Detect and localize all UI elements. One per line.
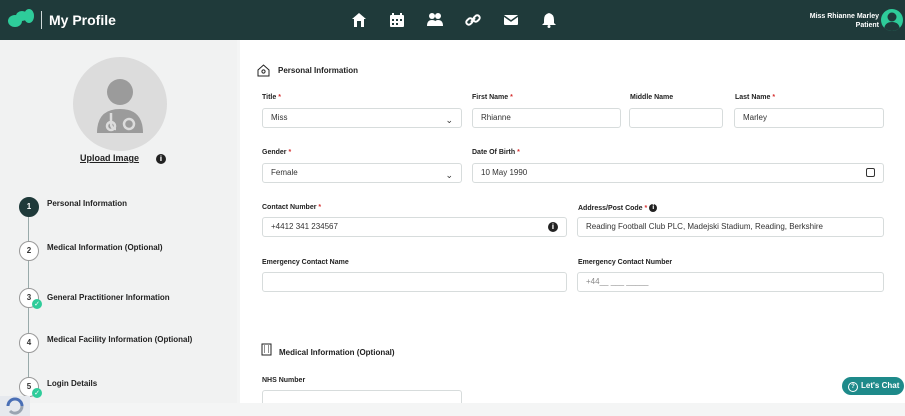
user-name: Miss Rhianne Marley [809, 13, 879, 20]
contact-number-value: +4412 341 234567 [271, 222, 338, 231]
calendar-icon[interactable] [866, 168, 875, 177]
gender-value: Female [271, 168, 298, 177]
address-field[interactable]: Reading Football Club PLC, Madejski Stad… [577, 217, 884, 237]
help-icon: ? [848, 382, 858, 392]
profile-form: Personal Information Title * Miss ⌄ Firs… [240, 40, 905, 410]
gender-label: Gender * [262, 149, 292, 156]
personal-info-heading: Personal Information [278, 66, 359, 75]
link-icon[interactable] [454, 10, 492, 30]
page-bottom-strip [0, 403, 905, 416]
chevron-down-icon: ⌄ [445, 116, 453, 126]
header-divider [41, 11, 42, 29]
address-info-icon[interactable]: i [649, 204, 658, 212]
profile-sidebar: Upload Image i 1 Personal Information 2 … [0, 40, 237, 416]
dob-label: Date Of Birth * [472, 149, 520, 156]
title-select[interactable]: Miss ⌄ [262, 108, 462, 128]
step-login-details[interactable]: 5 ✓ Login Details [19, 377, 229, 399]
step-label: Personal Information [47, 199, 128, 208]
building-icon [261, 343, 272, 356]
address-label: Address/Post Code * i [578, 204, 658, 212]
app-logo[interactable] [8, 9, 36, 31]
doctor-icon [97, 79, 143, 133]
last-name-field[interactable]: Marley [734, 108, 884, 128]
nhs-number-label: NHS Number [262, 377, 306, 384]
title-label: Title * [262, 94, 281, 101]
bell-icon[interactable] [530, 10, 568, 30]
check-icon: ✓ [32, 299, 42, 309]
top-navigation-bar: My Profile Miss Rhianne Marley Patient [0, 0, 905, 40]
gender-select[interactable]: Female ⌄ [262, 163, 462, 183]
middle-name-label: Middle Name [630, 94, 674, 101]
user-name-block[interactable]: Miss Rhianne Marley Patient [810, 12, 879, 30]
nav-icon-group [340, 10, 568, 30]
recaptcha-badge[interactable] [0, 396, 30, 416]
profile-avatar-placeholder [73, 57, 167, 151]
step-label: Medical Facility Information (Optional) [47, 335, 193, 344]
middle-name-field[interactable] [629, 108, 723, 128]
step-number: 1 [19, 197, 39, 217]
people-icon[interactable] [416, 10, 454, 30]
recaptcha-icon [6, 397, 24, 415]
lets-chat-button[interactable]: ? Let's Chat [842, 377, 904, 395]
home-outline-icon [257, 64, 270, 77]
dob-value: 10 May 1990 [481, 168, 528, 177]
step-number: 4 [19, 333, 39, 353]
first-name-label: First Name * [472, 94, 513, 101]
contact-number-label: Contact Number * [262, 204, 322, 211]
chat-label: Let's Chat [861, 381, 900, 390]
first-name-field[interactable]: Rhianne [472, 108, 621, 128]
medical-info-heading: Medical Information (Optional) [279, 348, 395, 357]
emergency-contact-number-field[interactable]: +44__ ___ _____ [577, 272, 884, 292]
page-title: My Profile [49, 12, 116, 28]
emergency-contact-name-field[interactable] [262, 272, 567, 292]
contact-info-icon[interactable]: i [548, 222, 558, 232]
dob-field[interactable]: 10 May 1990 [472, 163, 884, 183]
step-medical-information[interactable]: 2 Medical Information (Optional) [19, 241, 229, 263]
emergency-contact-number-label: Emergency Contact Number [578, 259, 673, 266]
last-name-label: Last Name * [735, 94, 776, 101]
home-icon[interactable] [340, 10, 378, 30]
upload-info-icon[interactable]: i [156, 154, 166, 164]
step-label: General Practitioner Information [47, 293, 170, 302]
step-medical-facility[interactable]: 4 Medical Facility Information (Optional… [19, 333, 229, 355]
upload-image-link[interactable]: Upload Image [80, 153, 139, 163]
step-personal-information[interactable]: 1 Personal Information [19, 197, 229, 219]
user-role: Patient [855, 22, 879, 29]
step-label: Login Details [47, 379, 98, 388]
chevron-down-icon: ⌄ [445, 171, 453, 181]
user-avatar[interactable] [881, 9, 903, 31]
step-label: Medical Information (Optional) [47, 243, 163, 252]
mail-icon[interactable] [492, 10, 530, 30]
step-number: 2 [19, 241, 39, 261]
emergency-contact-name-label: Emergency Contact Name [262, 259, 349, 266]
check-icon: ✓ [32, 388, 42, 398]
calendar-icon[interactable] [378, 10, 416, 30]
contact-number-field[interactable]: +4412 341 234567 i [262, 217, 567, 237]
title-value: Miss [271, 113, 288, 122]
step-general-practitioner[interactable]: 3 ✓ General Practitioner Information [19, 288, 229, 310]
